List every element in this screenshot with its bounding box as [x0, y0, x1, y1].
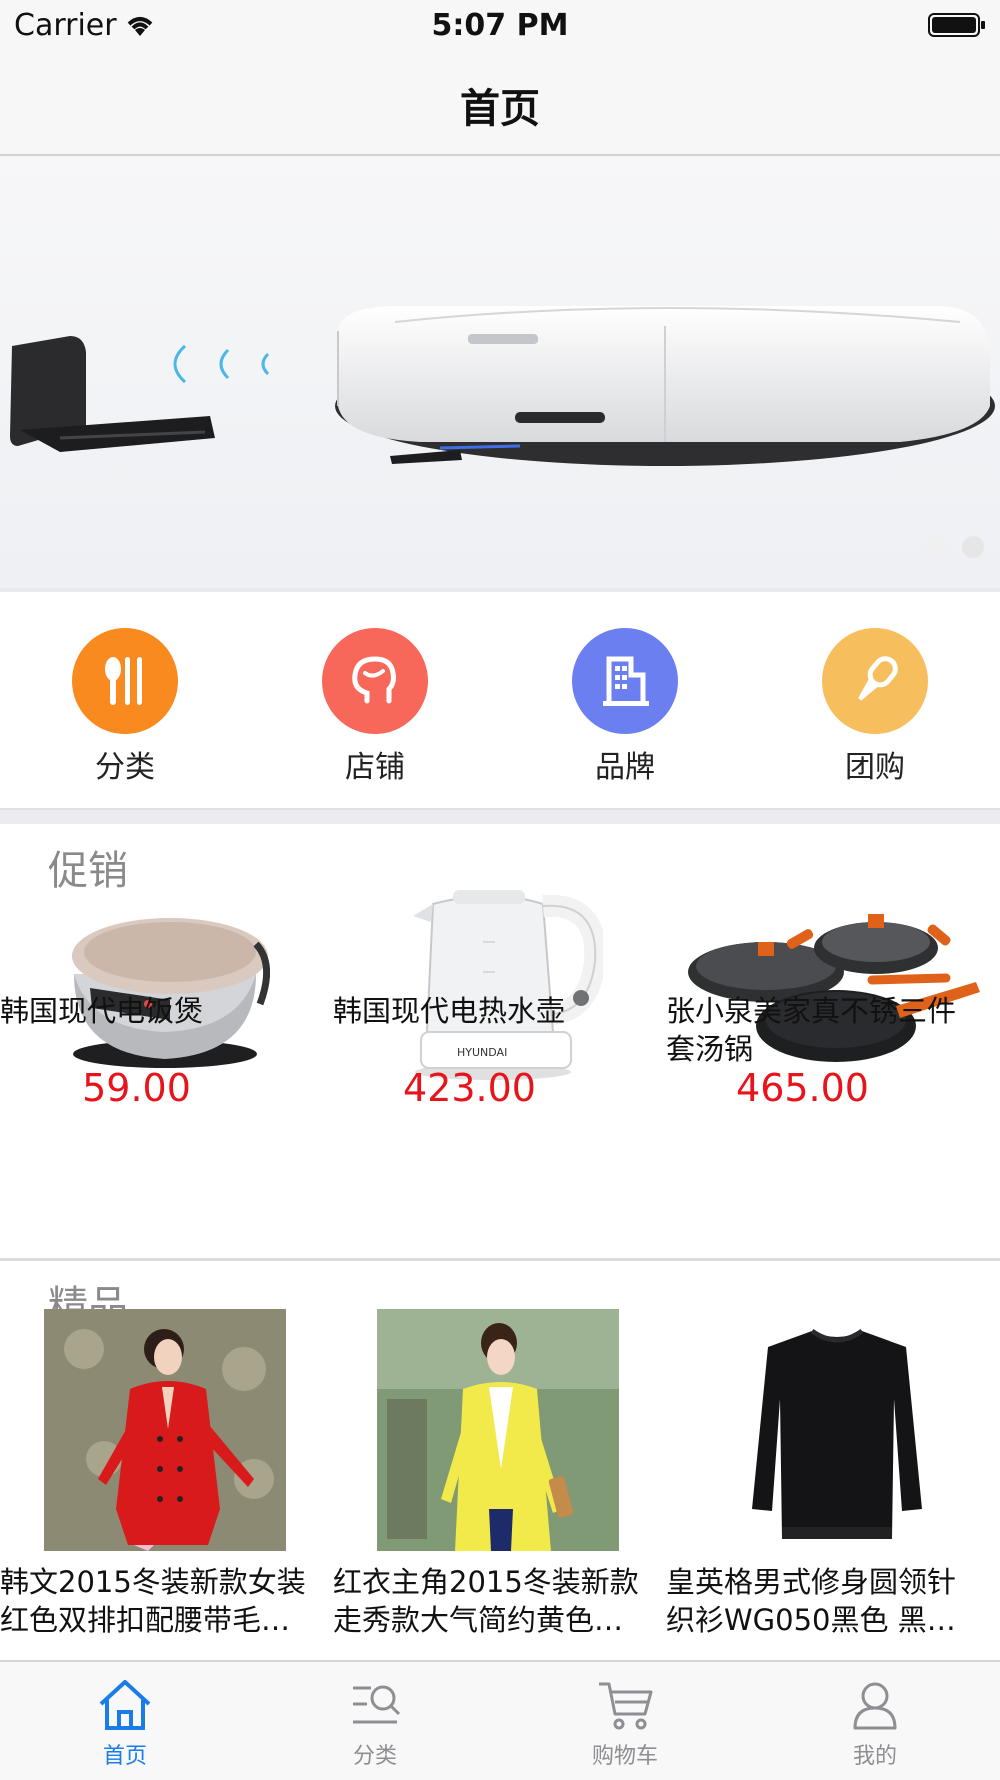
electric-kettle-image: HYUNDAI — [413, 890, 603, 1080]
tab-category[interactable]: 分类 — [250, 1662, 500, 1780]
cart-icon — [599, 1682, 653, 1730]
promo-product-card[interactable]: 张小泉美家真不锈三件 套汤锅 465.00 — [666, 824, 999, 1258]
tab-label: 首页 — [102, 1744, 147, 1769]
carousel-dot-active[interactable] — [924, 536, 947, 558]
page-title: 首页 — [460, 86, 540, 132]
featured-product-card[interactable]: 红衣主角2015冬装新款 走秀款大气简约黄色… — [333, 1261, 666, 1661]
promo-product-card[interactable]: HYUNDAI 韩国现代电热水壶 423.00 — [333, 824, 666, 1258]
building-icon — [572, 628, 678, 734]
quick-item-group-buy[interactable]: 团购 — [795, 628, 955, 786]
promo-product-name: 韩国现代电热水壶 — [333, 994, 566, 1028]
home-icon — [99, 1680, 151, 1730]
battery-icon — [928, 13, 985, 37]
quick-item-label: 店铺 — [345, 750, 405, 785]
robot-vacuum-banner-image — [0, 156, 1000, 588]
featured-product-name: 韩文2015冬装新款女装 红色双排扣配腰带毛… — [0, 1563, 330, 1639]
featured-product-card[interactable]: 皇英格男式修身圆领针 织衫WG050黑色 黑… — [666, 1261, 1000, 1661]
promo-product-name-line: 张小泉美家真不锈三件 — [666, 994, 957, 1028]
carousel-page-indicator[interactable] — [915, 536, 984, 562]
promo-product-name-line: 套汤锅 — [666, 1032, 754, 1066]
featured-product-name-line: 皇英格男式修身圆领针 — [666, 1565, 957, 1599]
featured-product-name-line: 走秀款大气简约黄色… — [333, 1603, 624, 1637]
svg-text:HYUNDAI: HYUNDAI — [457, 1046, 507, 1059]
featured-product-name-line: 韩文2015冬装新款女装 — [0, 1565, 306, 1599]
featured-product-name: 皇英格男式修身圆领针 织衫WG050黑色 黑… — [666, 1563, 996, 1639]
featured-product-card[interactable]: 韩文2015冬装新款女装 红色双排扣配腰带毛… — [0, 1261, 333, 1661]
promo-product-name: 韩国现代电饭煲 — [0, 994, 204, 1028]
category-search-icon — [353, 1685, 401, 1724]
tab-label: 购物车 — [591, 1744, 658, 1769]
rice-cooker-image — [72, 918, 270, 1068]
quick-item-label: 品牌 — [595, 750, 655, 785]
quick-item-store[interactable]: 店铺 — [295, 628, 455, 786]
promo-product-card[interactable]: 韩国现代电饭煲 59.00 — [0, 824, 333, 1258]
promo-product-name: 张小泉美家真不锈三件 套汤锅 — [666, 992, 999, 1068]
status-time: 5:07 PM — [431, 8, 569, 43]
person-profile-icon — [322, 628, 428, 734]
yellow-coat-image — [377, 1309, 619, 1551]
tab-home[interactable]: 首页 — [0, 1662, 250, 1780]
quick-item-brand[interactable]: 品牌 — [545, 628, 705, 786]
tab-label: 分类 — [352, 1744, 397, 1769]
status-bar: Carrier 5:07 PM — [0, 0, 1000, 50]
banner-carousel[interactable] — [0, 156, 1000, 588]
black-sweater-image — [716, 1309, 958, 1551]
navigation-bar: 首页 — [0, 50, 1000, 156]
carousel-dot[interactable] — [962, 536, 984, 558]
quick-item-label: 团购 — [845, 750, 905, 785]
featured-product-name-line: 织衫WG050黑色 黑… — [666, 1603, 956, 1637]
promo-product-price: 59.00 — [82, 1066, 191, 1110]
featured-product-name: 红衣主角2015冬装新款 走秀款大气简约黄色… — [333, 1563, 663, 1639]
utensils-icon — [72, 628, 178, 734]
user-icon — [853, 1682, 897, 1730]
tab-cart[interactable]: 购物车 — [500, 1662, 750, 1780]
quick-item-category[interactable]: 分类 — [45, 628, 205, 786]
promo-product-price: 465.00 — [736, 1066, 869, 1110]
promo-product-price: 423.00 — [403, 1066, 536, 1110]
featured-section: 精品 韩文2015冬装新款女装 红色双排扣配腰带毛… 红衣主角2015冬装新款 … — [0, 1261, 1000, 1661]
tab-profile[interactable]: 我的 — [750, 1662, 1000, 1780]
quick-category-row: 分类 店铺 品牌 团购 — [0, 592, 1000, 808]
promo-section: 促销 韩国现代电饭煲 59.00 HYUNDAI 韩国现代电热水壶 423.00… — [0, 824, 1000, 1258]
tab-label: 我的 — [852, 1744, 897, 1769]
featured-product-name-line: 红色双排扣配腰带毛… — [0, 1603, 291, 1637]
quick-item-label: 分类 — [95, 750, 155, 785]
tab-bar: 首页 分类 购物车 我的 — [0, 1660, 1000, 1780]
red-coat-image — [44, 1309, 286, 1551]
microphone-icon — [822, 628, 928, 734]
featured-product-name-line: 红衣主角2015冬装新款 — [333, 1565, 639, 1599]
